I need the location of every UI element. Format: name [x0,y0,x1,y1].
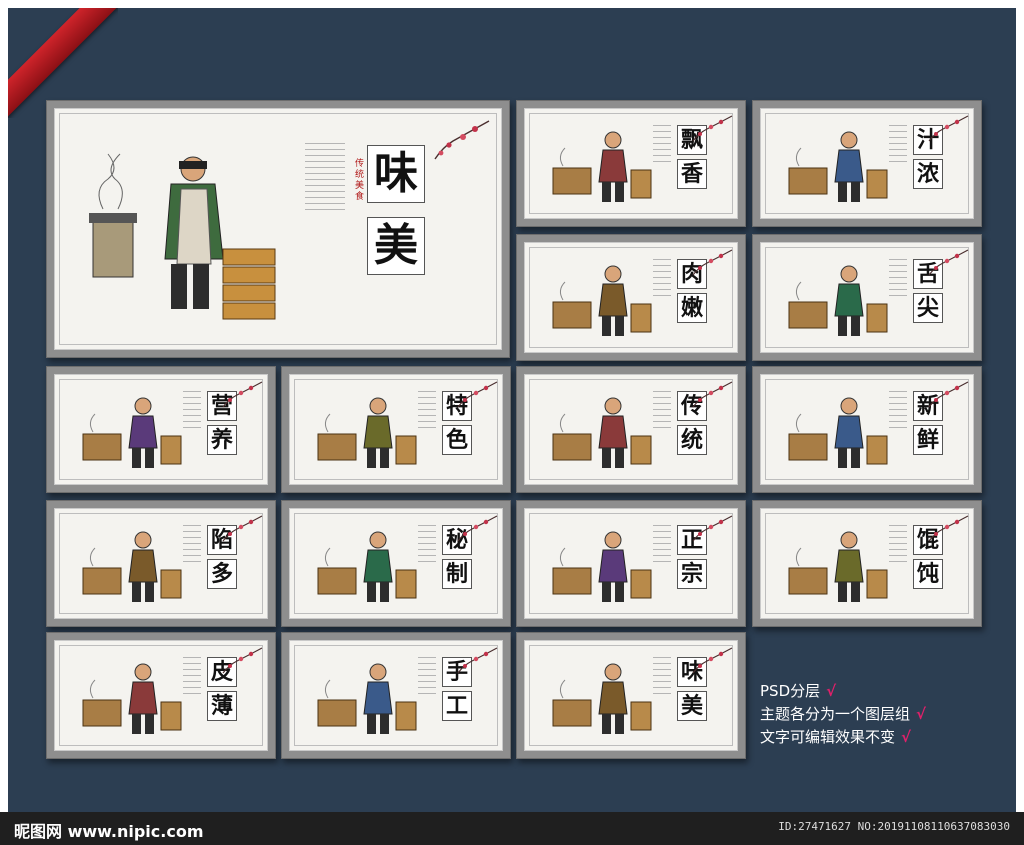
panel-4: 舌 尖 [752,234,982,361]
check-icon: √ [901,728,912,746]
vendor-scene-illustration [317,663,417,734]
panel-title-char-2: 浓 [913,159,943,189]
panel-title-char-2: 养 [207,425,237,455]
vendor-scene-illustration [788,397,888,468]
plum-blossom-icon [928,115,969,142]
text-lines [305,143,345,210]
poster-stage: 传统美食 味 美 飘 香 汁 浓 肉 嫩 舌 尖 营 养 特 色 传 统 新 鲜… [8,8,1016,820]
vendor-scene-illustration [788,531,888,602]
vendor-scene-illustration [82,397,182,468]
vendor-scene-illustration [552,663,652,734]
panel-15: 味 美 [516,632,746,759]
main-title-char-1: 味 [367,145,425,203]
panel-14: 手 工 [281,632,511,759]
plum-blossom-icon [928,515,969,542]
vendor-scene-illustration [788,131,888,202]
main-panel: 传统美食 味 美 [46,100,510,358]
panel-title-char-2: 统 [677,425,707,455]
panel-title-char-2: 色 [442,425,472,455]
vendor-scene-illustration [552,531,652,602]
vendor-scene-illustration [552,131,652,202]
panel-2: 汁 浓 [752,100,982,227]
panel-title-char-2: 多 [207,559,237,589]
panel-title-char-2: 鲜 [913,425,943,455]
steamer-vendor-illustration [89,153,276,320]
main-title-char-2: 美 [367,217,425,275]
panel-3: 肉 嫩 [516,234,746,361]
note-1: PSD分层 [760,682,821,700]
panel-title-char-2: 制 [442,559,472,589]
feature-notes: PSD分层 √ 主题各分为一个图层组 √ 文字可编辑效果不变 √ [760,680,926,749]
panel-12: 馄 饨 [752,500,982,627]
vendor-scene-illustration [82,531,182,602]
plum-blossom-icon [457,647,498,674]
plum-blossom-icon [692,515,733,542]
panel-6: 特 色 [281,366,511,493]
panel-title-char-2: 工 [442,691,472,721]
panel-10: 秘 制 [281,500,511,627]
plum-blossom-icon [692,647,733,674]
plum-blossom-icon [222,381,263,408]
panel-11: 正 宗 [516,500,746,627]
plum-blossom-icon [692,249,733,276]
vendor-scene-illustration [552,397,652,468]
vendor-scene-illustration [317,531,417,602]
site-logo: 昵图网 www.nipic.com [14,822,204,841]
plum-blossom-icon [222,647,263,674]
vendor-scene-illustration [552,265,652,336]
plum-blossom-icon [457,381,498,408]
plum-blossom-icon [928,249,969,276]
main-title: 味 美 [367,145,425,275]
watermark-footer: 昵图网 www.nipic.com ID:27471627 NO:2019110… [0,812,1024,845]
panel-title-char-2: 嫩 [677,293,707,323]
panel-title-char-2: 美 [677,691,707,721]
plum-blossom-icon [457,515,498,542]
plum-blossom-icon [434,120,490,160]
panel-title-char-2: 宗 [677,559,707,589]
seal-stamp: 传统美食 [355,159,365,202]
check-icon: √ [916,705,927,723]
vendor-scene-illustration [82,663,182,734]
plum-blossom-icon [222,515,263,542]
plum-blossom-icon [692,115,733,142]
panel-1: 飘 香 [516,100,746,227]
panel-13: 皮 薄 [46,632,276,759]
vendor-scene-illustration [788,265,888,336]
vendor-scene-illustration [317,397,417,468]
image-id: ID:27471627 NO:20191108110637083030 [778,820,1010,833]
panel-8: 新 鲜 [752,366,982,493]
panel-title-char-2: 尖 [913,293,943,323]
note-3: 文字可编辑效果不变 [760,728,896,746]
note-2: 主题各分为一个图层组 [760,705,911,723]
panel-title-char-2: 饨 [913,559,943,589]
panel-7: 传 统 [516,366,746,493]
panel-5: 营 养 [46,366,276,493]
panel-title-char-2: 香 [677,159,707,189]
plum-blossom-icon [692,381,733,408]
check-icon: √ [826,682,837,700]
panel-title-char-2: 薄 [207,691,237,721]
plum-blossom-icon [928,381,969,408]
panel-9: 陷 多 [46,500,276,627]
